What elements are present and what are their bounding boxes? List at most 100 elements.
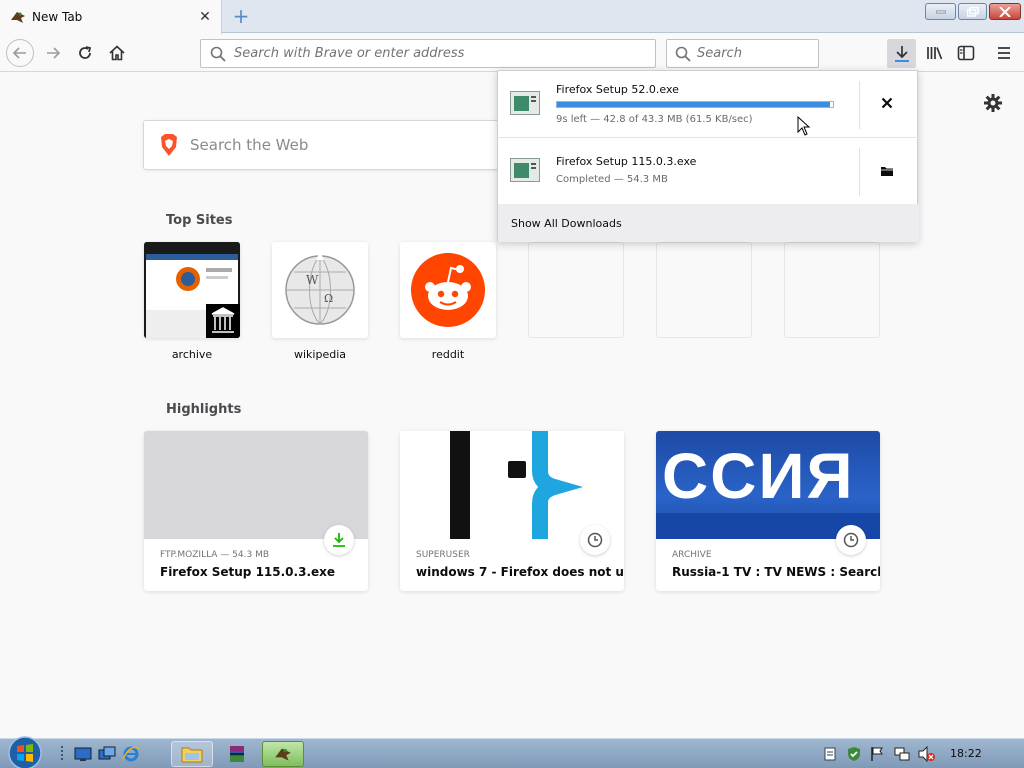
highlights-heading: Highlights [166,402,242,417]
download-item[interactable]: Firefox Setup 52.0.exe 9s left — 42.8 of… [498,71,919,138]
tab-title: New Tab [32,10,83,24]
forward-arrow-icon [47,47,60,59]
folder-icon [181,747,203,763]
web-search-box[interactable] [143,120,523,170]
search-bar[interactable] [666,39,819,68]
highlight-card[interactable]: FTP.MOZILLA — 54.3 MB Firefox Setup 115.… [144,431,368,591]
show-all-downloads-button[interactable]: Show All Downloads [498,204,919,242]
tray-action-center-icon[interactable] [869,741,885,767]
divider [859,81,860,129]
top-site-placeholder [528,242,624,338]
home-icon [109,45,125,61]
downloads-button[interactable] [887,39,916,68]
show-desktop-quicklaunch[interactable] [72,741,94,767]
tab-favicon-icon [9,8,27,26]
top-site-archive[interactable]: archive [144,242,240,361]
wikipedia-globe-icon: W Ω [285,252,355,325]
top-site-placeholder [656,242,752,338]
taskbar-grip [56,741,68,767]
start-button[interactable] [4,735,46,768]
taskbar-clock[interactable]: 18:22 [950,747,982,760]
tab-new-tab[interactable]: New Tab ✕ [0,0,222,34]
archive-screenshot-thumbnail [144,242,240,338]
reddit-logo-icon [411,253,485,327]
library-icon [927,47,943,60]
document-icon [824,747,836,761]
taskbar-explorer-button[interactable] [171,741,213,767]
window-restore-button[interactable] [958,3,987,20]
home-button[interactable] [104,40,130,66]
navigation-toolbar [0,34,1024,72]
highlight-thumbnail: ССИЯ [656,431,880,539]
url-input[interactable] [234,46,655,61]
reload-button[interactable] [72,40,98,66]
top-site-empty[interactable] [656,242,752,338]
flag-icon [871,747,883,761]
cancel-download-button[interactable] [873,89,901,117]
highlight-title: windows 7 - Firefox does not up... [416,565,624,579]
search-icon [210,46,226,62]
network-icon [894,747,910,761]
highlight-type-badge [324,525,354,555]
taskbar-browser-button[interactable] [262,741,304,767]
top-sites-heading: Top Sites [166,213,233,228]
hamburger-menu-icon [998,47,1010,59]
top-site-thumbnail [144,242,240,338]
download-progress-fill [557,102,831,107]
new-tab-button[interactable]: + [230,5,252,27]
tray-security-icon[interactable] [845,741,863,767]
tray-network-icon[interactable] [893,741,911,767]
divider [859,148,860,196]
download-status: 9s left — 42.8 of 43.3 MB (61.5 KB/sec) [556,114,753,125]
highlight-title: Firefox Setup 115.0.3.exe [160,565,336,579]
tray-volume-icon[interactable] [918,741,936,767]
download-status: Completed — 54.3 MB [556,174,668,185]
open-folder-button[interactable] [873,157,901,185]
top-site-reddit[interactable]: reddit [400,242,496,361]
clock-icon [587,532,603,548]
reload-icon [79,46,92,59]
page-settings-button[interactable] [983,93,1003,113]
forward-button[interactable] [40,40,66,66]
volume-muted-icon [918,746,935,762]
highlight-title: Russia-1 TV : TV NEWS : Search ... [672,565,880,579]
download-item[interactable]: Firefox Setup 115.0.3.exe Completed — 54… [498,138,919,205]
web-search-input[interactable] [190,136,490,154]
top-site-wikipedia[interactable]: W Ω wikipedia [272,242,368,361]
window-close-button[interactable] [989,3,1021,20]
top-site-empty[interactable] [784,242,880,338]
taskbar-winrar-button[interactable] [218,741,256,767]
switch-windows-quicklaunch[interactable] [96,741,118,767]
top-site-placeholder [784,242,880,338]
highlight-card[interactable]: SUPERUSER windows 7 - Firefox does not u… [400,431,624,591]
top-site-thumbnail: W Ω [272,242,368,338]
superuser-logo-image [450,431,584,539]
windows-taskbar: 18:22 [0,735,1024,768]
url-bar[interactable] [200,39,656,68]
sidebar-button[interactable] [953,40,979,66]
window-minimize-button[interactable] [925,3,956,20]
winrar-icon [230,746,244,762]
menu-button[interactable] [991,40,1017,66]
highlight-thumbnail-text: ССИЯ [662,440,855,512]
back-arrow-icon [13,47,26,59]
download-arrow-icon [894,45,909,62]
download-progress-bar [556,101,834,108]
highlight-context: SUPERUSER [416,550,470,560]
top-site-empty[interactable] [528,242,624,338]
internet-explorer-quicklaunch[interactable] [120,741,142,767]
highlight-type-badge [580,525,610,555]
download-filename: Firefox Setup 52.0.exe [556,83,679,96]
tab-close-icon[interactable]: ✕ [197,9,213,25]
tray-notes-icon[interactable] [822,741,838,767]
desktop-icon [74,747,92,761]
shield-check-icon [848,747,860,761]
back-button[interactable] [6,39,34,67]
highlight-card[interactable]: ССИЯ ARCHIVE Russia-1 TV : TV NEWS : Sea… [656,431,880,591]
tab-strip: New Tab ✕ + [0,0,1024,34]
search-input[interactable] [697,46,818,61]
highlight-thumbnail [144,431,368,539]
internet-explorer-icon [122,746,140,762]
library-button[interactable] [922,40,948,66]
top-site-label: archive [171,348,213,361]
